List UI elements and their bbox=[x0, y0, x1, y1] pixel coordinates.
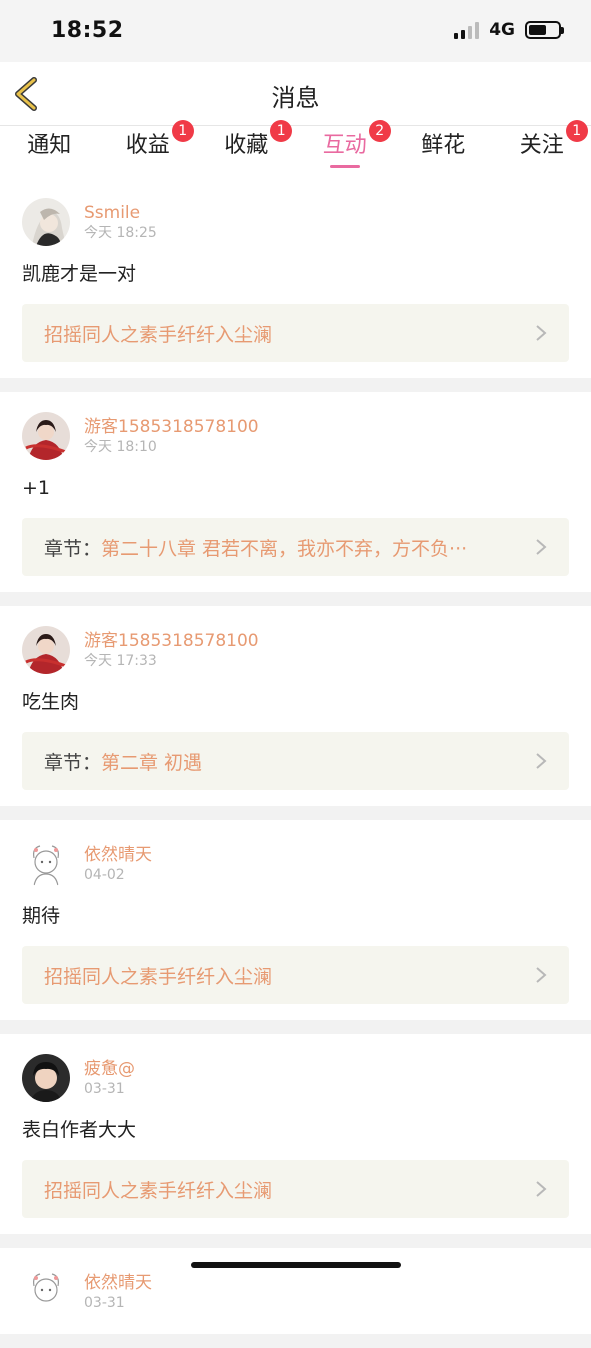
username[interactable]: 依然晴天 bbox=[84, 844, 152, 866]
reference-title: 章节：第二十八章 君若不离，我亦不弃，方不负··· bbox=[44, 534, 467, 561]
book-reference[interactable]: 招摇同人之素手纤纤入尘澜 bbox=[22, 1160, 569, 1218]
timestamp: 03-31 bbox=[84, 1080, 135, 1098]
timestamp: 今天 17:33 bbox=[84, 652, 259, 670]
username[interactable]: 疲惫@ bbox=[84, 1058, 135, 1080]
status-time: 18:52 bbox=[51, 18, 124, 43]
message-card: 游客1585318578100 今天 17:33 吃生肉 章节：第二章 初遇 bbox=[0, 606, 591, 806]
message-content: 表白作者大大 bbox=[22, 1116, 569, 1144]
tab-bar: 通知 收益1 收藏1 互动2 鲜花 关注1 bbox=[0, 126, 591, 178]
username[interactable]: Ssmile bbox=[84, 202, 157, 224]
chevron-right-icon bbox=[535, 1180, 547, 1198]
message-card: 依然晴天 03-31 bbox=[0, 1248, 591, 1334]
username[interactable]: 依然晴天 bbox=[84, 1272, 152, 1294]
tab-label: 通知 bbox=[27, 126, 71, 166]
chapter-reference[interactable]: 章节：第二章 初遇 bbox=[22, 732, 569, 790]
unread-badge: 1 bbox=[172, 120, 194, 142]
tab-label: 收藏1 bbox=[224, 126, 268, 166]
tab-favorites[interactable]: 收藏1 bbox=[197, 126, 296, 178]
message-content: 凯鹿才是一对 bbox=[22, 260, 569, 288]
message-card: 游客1585318578100 今天 18:10 +1 章节：第二十八章 君若不… bbox=[0, 392, 591, 592]
chevron-right-icon bbox=[535, 324, 547, 342]
reference-title: 招摇同人之素手纤纤入尘澜 bbox=[44, 962, 272, 989]
avatar[interactable] bbox=[22, 626, 70, 674]
tab-follow[interactable]: 关注1 bbox=[493, 126, 591, 178]
username[interactable]: 游客1585318578100 bbox=[84, 416, 259, 438]
message-content: +1 bbox=[22, 474, 569, 502]
reference-title: 招摇同人之素手纤纤入尘澜 bbox=[44, 320, 272, 347]
navigation-bar: 消息 bbox=[0, 62, 591, 126]
avatar[interactable] bbox=[22, 198, 70, 246]
tab-notice[interactable]: 通知 bbox=[0, 126, 99, 178]
signal-icon bbox=[454, 21, 479, 39]
tab-earnings[interactable]: 收益1 bbox=[99, 126, 198, 178]
tab-label: 互动2 bbox=[323, 126, 367, 166]
message-card: 依然晴天 04-02 期待 招摇同人之素手纤纤入尘澜 bbox=[0, 820, 591, 1020]
message-content: 吃生肉 bbox=[22, 688, 569, 716]
active-tab-indicator bbox=[330, 165, 360, 168]
status-bar: 18:52 4G bbox=[0, 0, 591, 62]
home-indicator[interactable] bbox=[191, 1262, 401, 1268]
book-reference[interactable]: 招摇同人之素手纤纤入尘澜 bbox=[22, 304, 569, 362]
unread-badge: 2 bbox=[369, 120, 391, 142]
tab-label: 关注1 bbox=[520, 126, 564, 166]
avatar[interactable] bbox=[22, 840, 70, 888]
chevron-right-icon bbox=[535, 966, 547, 984]
status-icons: 4G bbox=[454, 20, 561, 40]
message-list: Ssmile 今天 18:25 凯鹿才是一对 招摇同人之素手纤纤入尘澜 游客15… bbox=[0, 178, 591, 1348]
avatar[interactable] bbox=[22, 1268, 70, 1316]
book-reference[interactable]: 招摇同人之素手纤纤入尘澜 bbox=[22, 946, 569, 1004]
tab-flowers[interactable]: 鲜花 bbox=[394, 126, 493, 178]
reference-prefix: 章节： bbox=[44, 538, 101, 560]
reference-prefix: 章节： bbox=[44, 752, 101, 774]
message-card: 疲惫@ 03-31 表白作者大大 招摇同人之素手纤纤入尘澜 bbox=[0, 1034, 591, 1234]
chapter-reference[interactable]: 章节：第二十八章 君若不离，我亦不弃，方不负··· bbox=[22, 518, 569, 576]
reference-title: 招摇同人之素手纤纤入尘澜 bbox=[44, 1176, 272, 1203]
tab-label: 收益1 bbox=[126, 126, 170, 166]
avatar[interactable] bbox=[22, 1054, 70, 1102]
tab-interaction[interactable]: 互动2 bbox=[296, 126, 395, 178]
tab-label: 鲜花 bbox=[421, 126, 465, 166]
network-type: 4G bbox=[489, 20, 515, 40]
timestamp: 04-02 bbox=[84, 866, 152, 884]
timestamp: 今天 18:25 bbox=[84, 224, 157, 242]
message-card: Ssmile 今天 18:25 凯鹿才是一对 招摇同人之素手纤纤入尘澜 bbox=[0, 178, 591, 378]
unread-badge: 1 bbox=[270, 120, 292, 142]
unread-badge: 1 bbox=[566, 120, 588, 142]
timestamp: 03-31 bbox=[84, 1294, 152, 1312]
message-content: 期待 bbox=[22, 902, 569, 930]
page-title: 消息 bbox=[0, 78, 591, 113]
chevron-right-icon bbox=[535, 752, 547, 770]
reference-title: 章节：第二章 初遇 bbox=[44, 748, 202, 775]
battery-icon bbox=[525, 21, 561, 39]
avatar[interactable] bbox=[22, 412, 70, 460]
timestamp: 今天 18:10 bbox=[84, 438, 259, 456]
username[interactable]: 游客1585318578100 bbox=[84, 630, 259, 652]
chevron-right-icon bbox=[535, 538, 547, 556]
